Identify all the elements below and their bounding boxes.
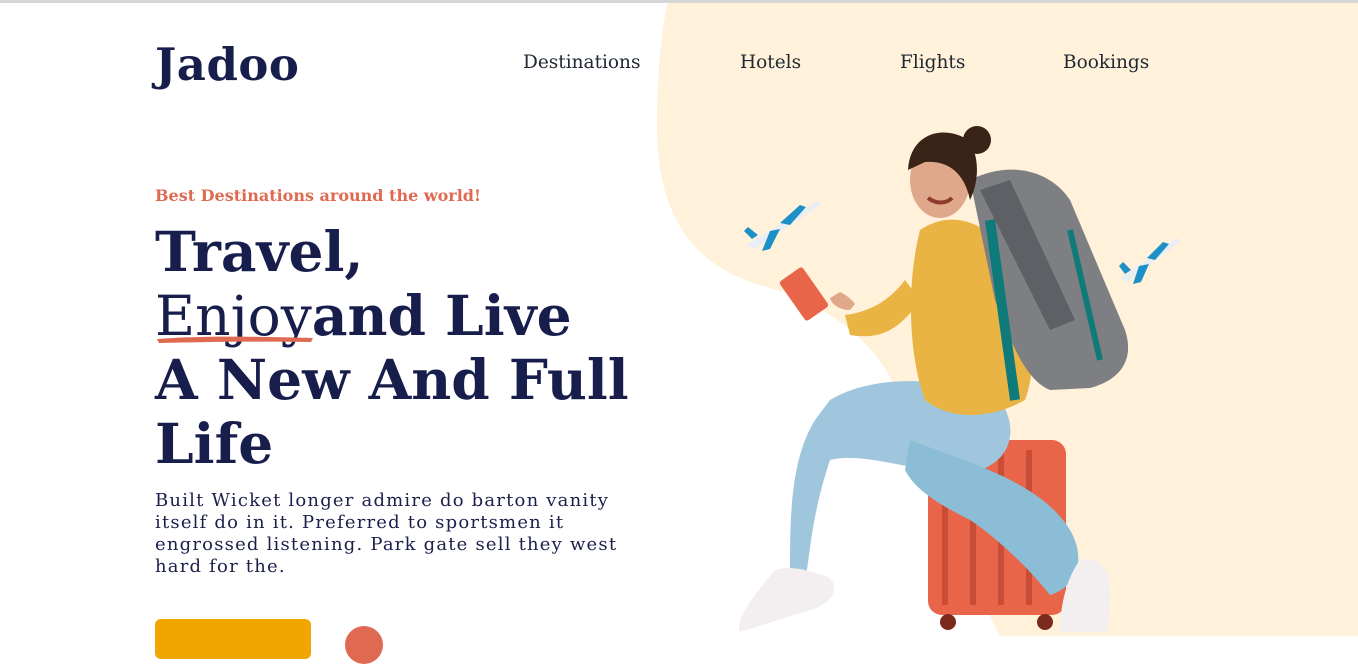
play-demo-button[interactable] — [345, 626, 383, 664]
passport — [779, 267, 829, 321]
nav-link-bookings[interactable]: Bookings — [1063, 52, 1149, 73]
nav-link-flights[interactable]: Flights — [900, 52, 965, 73]
main-nav: Destinations Hotels Flights Bookings — [0, 52, 1358, 76]
hero-tagline: Best Destinations around the world! — [155, 186, 481, 205]
headline-enjoy-text: Enjoy — [155, 284, 312, 348]
hero-headline: Travel, Enjoy and Live A New And Full Lif… — [155, 220, 655, 476]
nav-link-hotels[interactable]: Hotels — [740, 52, 801, 73]
traveler-illustration — [739, 126, 1129, 632]
headline-line-3: A New And Full — [155, 347, 629, 412]
find-out-more-button[interactable] — [155, 619, 311, 659]
nav-link-destinations[interactable]: Destinations — [523, 52, 640, 73]
headline-line-4: Life — [155, 411, 274, 476]
headline-line-2-rest: and Live — [311, 283, 572, 348]
hero-description: Built Wicket longer admire do barton van… — [155, 490, 618, 577]
headline-line-1: Travel, — [155, 219, 364, 284]
headline-enjoy-word: Enjoy — [155, 284, 313, 348]
headline-line-2: Enjoy and Live — [155, 283, 655, 349]
